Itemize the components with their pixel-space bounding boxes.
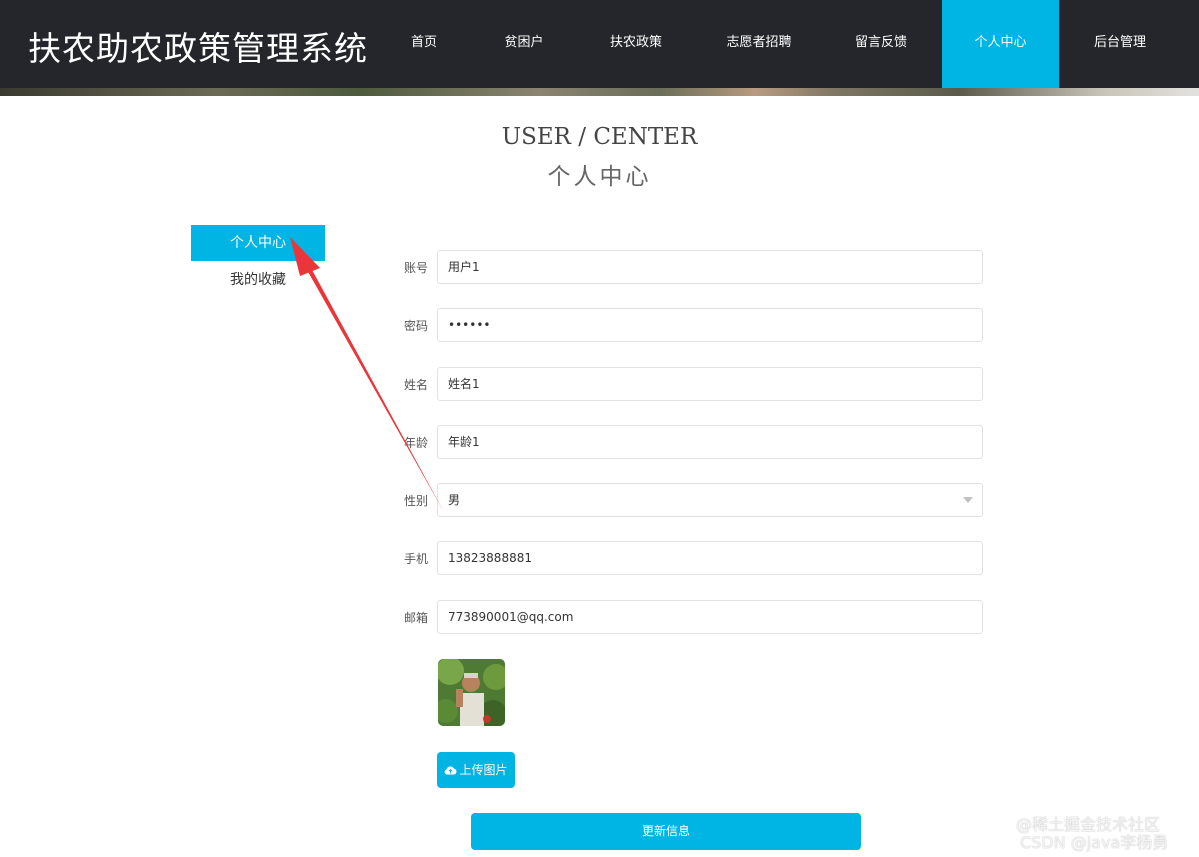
nav-item-user-center[interactable]: 个人中心 bbox=[942, 0, 1059, 88]
name-label: 姓名 bbox=[403, 378, 428, 392]
account-field[interactable]: 用户1 bbox=[437, 250, 983, 284]
gender-label: 性别 bbox=[403, 494, 428, 508]
nav-item-home[interactable]: 首页 bbox=[395, 0, 453, 88]
age-field[interactable]: 年龄1 bbox=[437, 425, 983, 459]
gender-select[interactable]: 男 bbox=[437, 483, 983, 517]
nav-item-admin[interactable]: 后台管理 bbox=[1082, 0, 1158, 88]
age-label: 年龄 bbox=[403, 436, 428, 450]
upload-image-label: 上传图片 bbox=[459, 763, 508, 777]
sidebar-item-favorites[interactable]: 我的收藏 bbox=[191, 262, 325, 298]
update-info-button[interactable]: 更新信息 bbox=[471, 813, 861, 850]
page-title-en: USER / CENTER bbox=[501, 124, 698, 150]
sidebar-item-user-center[interactable]: 个人中心 bbox=[191, 225, 325, 261]
nav-item-poor-households[interactable]: 贫困户 bbox=[493, 0, 555, 88]
account-label: 账号 bbox=[403, 261, 428, 275]
main-nav: 首页 贫困户 扶农政策 志愿者招聘 留言反馈 个人中心 后台管理 bbox=[0, 0, 1199, 88]
nav-item-feedback[interactable]: 留言反馈 bbox=[843, 0, 919, 88]
chevron-down-icon bbox=[963, 497, 973, 503]
nav-item-policies[interactable]: 扶农政策 bbox=[598, 0, 674, 88]
nav-item-volunteer-recruit[interactable]: 志愿者招聘 bbox=[715, 0, 803, 88]
page-title-cn: 个人中心 bbox=[547, 164, 652, 190]
banner-image-strip bbox=[0, 88, 1199, 96]
email-label: 邮箱 bbox=[403, 611, 428, 625]
password-field[interactable]: •••••• bbox=[437, 308, 983, 342]
upload-image-button[interactable]: 上传图片 bbox=[437, 752, 515, 788]
phone-label: 手机 bbox=[403, 552, 428, 566]
email-field[interactable]: 773890001@qq.com bbox=[437, 600, 983, 634]
name-field[interactable]: 姓名1 bbox=[437, 367, 983, 401]
watermark-csdn: CSDN @java李杨勇 bbox=[1020, 833, 1169, 852]
phone-field[interactable]: 13823888881 bbox=[437, 541, 983, 575]
cloud-upload-icon bbox=[444, 753, 457, 789]
password-label: 密码 bbox=[403, 319, 428, 333]
avatar-image bbox=[438, 659, 505, 726]
top-header: 扶农助农政策管理系统 首页 贫困户 扶农政策 志愿者招聘 留言反馈 个人中心 后… bbox=[0, 0, 1199, 88]
